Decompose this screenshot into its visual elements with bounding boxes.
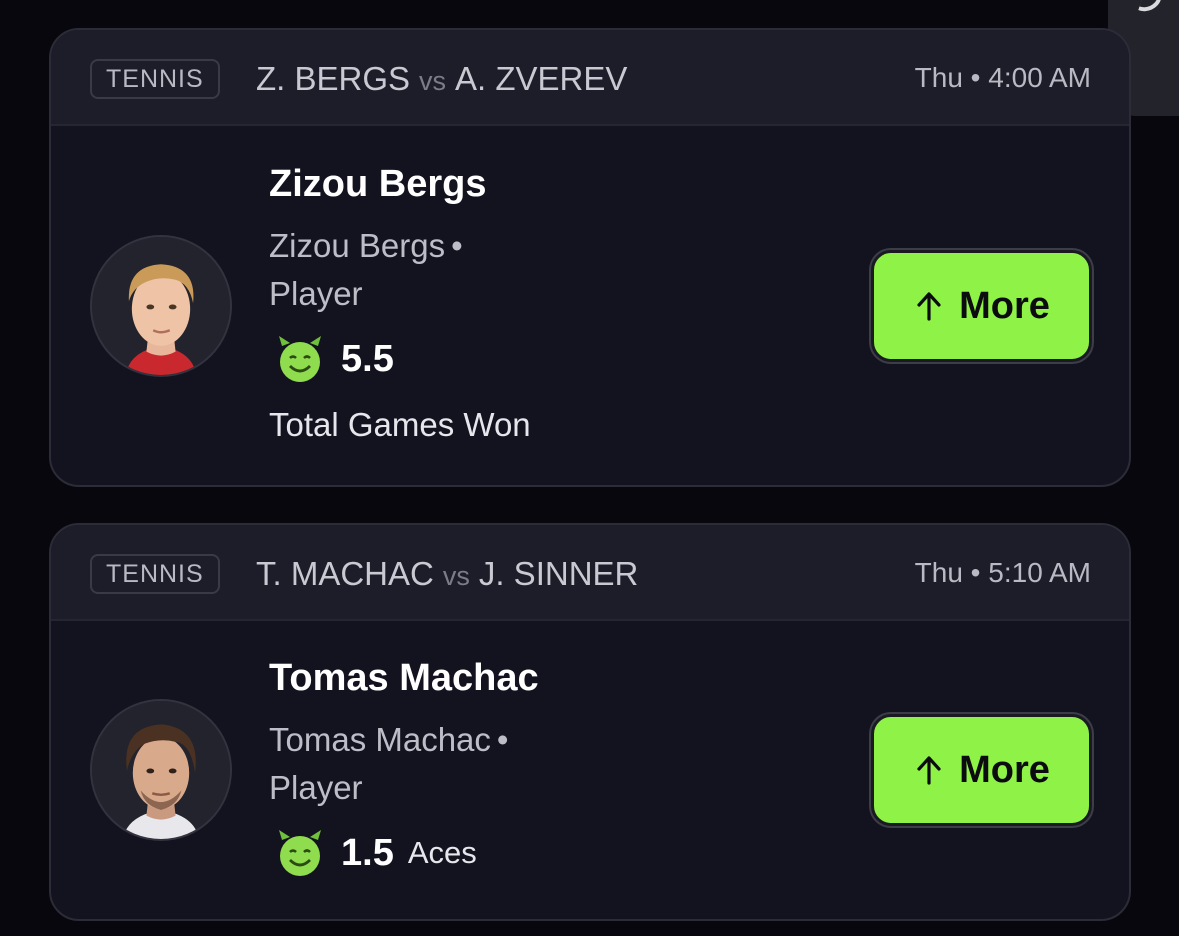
devil-emoji-icon (279, 830, 321, 876)
line-row: 1.5 Aces (275, 828, 477, 878)
player-role: Player (269, 275, 363, 312)
player-subtitle: Tomas Machac • Player (269, 716, 508, 812)
arrow-up-icon (917, 292, 941, 321)
vs-label: vs (442, 561, 470, 591)
sport-badge: TENNIS (90, 59, 220, 99)
line-value: 1.5 (341, 831, 394, 874)
team-a: T. MACHAC (256, 555, 434, 592)
player-photo-icon (92, 237, 230, 375)
arrow-up-icon (917, 756, 941, 785)
avatar (90, 235, 232, 377)
player-sub-name: Tomas Machac (269, 721, 491, 758)
matchup: Z. BERGS vs A. ZVEREV (256, 60, 627, 98)
more-button[interactable]: More (871, 250, 1092, 362)
game-time: Thu • 5:10 AM (914, 557, 1091, 588)
more-button-label: More (959, 748, 1050, 791)
player-subtitle: Zizou Bergs • Player (269, 222, 463, 318)
stat-label: Total Games Won (269, 406, 531, 443)
avatar (90, 699, 232, 841)
team-a: Z. BERGS (256, 60, 411, 97)
separator-dot: • (496, 721, 509, 758)
screen: TENNIS Z. BERGS vs A. ZVEREV Thu • 4:00 … (0, 0, 1179, 936)
card-header: TENNIS Z. BERGS vs A. ZVEREV Thu • 4:00 … (51, 30, 1129, 126)
player-role: Player (269, 769, 363, 806)
more-button-label: More (959, 284, 1050, 327)
team-b: A. ZVEREV (455, 60, 628, 97)
separator-dot: • (451, 227, 463, 264)
matchup: T. MACHAC vs J. SINNER (256, 555, 638, 593)
line-value: 5.5 (341, 337, 394, 380)
player-name: Tomas Machac (269, 657, 539, 699)
team-b: J. SINNER (478, 555, 639, 592)
game-time: Thu • 4:00 AM (914, 62, 1091, 93)
more-button[interactable]: More (871, 714, 1092, 826)
player-photo-icon (92, 701, 230, 839)
sport-badge: TENNIS (90, 554, 220, 594)
swoosh-icon (1138, 0, 1164, 17)
pick-card[interactable]: TENNIS Z. BERGS vs A. ZVEREV Thu • 4:00 … (49, 28, 1131, 487)
player-name: Zizou Bergs (269, 163, 487, 205)
card-header: TENNIS T. MACHAC vs J. SINNER Thu • 5:10… (51, 525, 1129, 621)
vs-label: vs (419, 66, 447, 96)
player-sub-name: Zizou Bergs (269, 227, 446, 264)
devil-emoji-icon (279, 336, 321, 382)
stat-label: Aces (407, 835, 477, 870)
line-row: 5.5 (275, 334, 394, 384)
pick-card[interactable]: TENNIS T. MACHAC vs J. SINNER Thu • 5:10… (49, 523, 1131, 921)
